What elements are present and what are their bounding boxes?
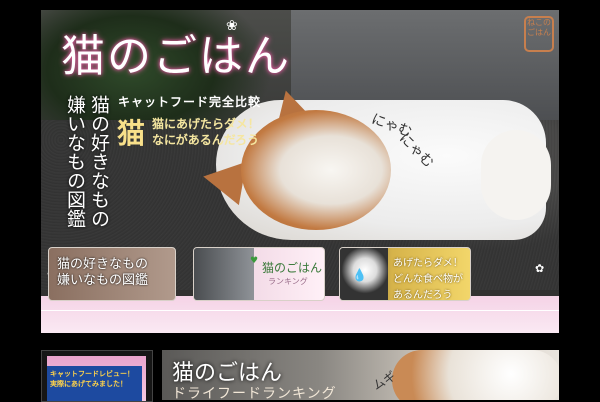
cat-head-image	[241, 110, 391, 230]
label-line: どんな食べ物が	[393, 274, 463, 285]
side-promo-line: 実際にあげてみました！	[50, 380, 127, 388]
site-title[interactable]: 猫のごはん	[61, 20, 291, 84]
paw-icon: ❀	[226, 18, 238, 34]
pink-divider-bar	[41, 296, 559, 333]
warning-line-2: なにがあるんだろう	[152, 133, 260, 147]
cat-ear	[199, 154, 247, 206]
neko-glyph: 猫	[117, 117, 146, 150]
label-line: 嫌いなもの図鑑	[57, 273, 149, 288]
ranking-banner-subtitle: ドライフードランキング	[172, 386, 337, 400]
nav-button-label: 猫の好きなもの 嫌いなもの図鑑	[57, 257, 148, 289]
cat-thumbnail	[194, 248, 254, 300]
subtitle: キャットフード完全比較	[118, 95, 262, 109]
paw-icon: ✿	[535, 262, 545, 275]
divider-line	[41, 310, 559, 311]
side-promo-text: キャットフードレビュー！ 実際にあげてみました！	[50, 369, 134, 389]
label-line: あげたらダメ！	[393, 258, 463, 269]
sweat-drop-icon: 💧	[352, 268, 367, 282]
cat-paw-image	[481, 130, 551, 220]
nav-button-label: 猫のごはん	[262, 261, 323, 275]
label-line: あるんだろう	[393, 290, 453, 301]
nav-button-label: あげたらダメ！ どんな食べ物が あるんだろう	[393, 256, 463, 301]
label-line: 猫の好きなもの	[57, 257, 149, 272]
nav-button-ranking[interactable]: ♥ 猫のごはん ランキング	[193, 247, 325, 301]
side-promo-line: キャットフードレビュー！	[50, 370, 134, 378]
vertical-tagline-1: 猫の好きなもの	[88, 95, 110, 228]
vertical-tagline-2: 嫌いなもの図鑑	[64, 95, 86, 228]
nav-button-likes-dislikes[interactable]: 猫の好きなもの 嫌いなもの図鑑	[48, 247, 176, 301]
warning-line-1: 猫にあげたらダメ！	[152, 117, 260, 131]
warning-caption: 猫にあげたらダメ！ なにがあるんだろう	[152, 116, 260, 148]
heart-icon: ♥	[250, 256, 259, 266]
cat-image	[392, 350, 559, 400]
ranking-banner[interactable]: 猫のごはん ドライフードランキング ムギ	[162, 350, 559, 400]
nav-button-dangerous-food[interactable]: 💧 あげたらダメ！ どんな食べ物が あるんだろう	[339, 247, 471, 301]
side-promo[interactable]: キャットフードレビュー！ 実際にあげてみました！	[41, 350, 153, 402]
logo-stamp[interactable]: ねこのごはん	[524, 16, 554, 52]
nav-button-sublabel: ランキング	[268, 277, 308, 286]
